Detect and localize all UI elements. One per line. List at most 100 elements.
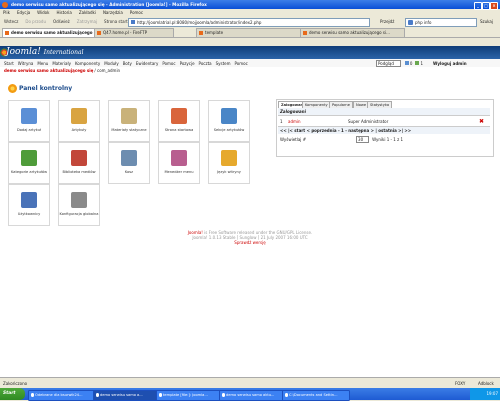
menu-item-poczta[interactable]: Poczta bbox=[199, 61, 212, 66]
menu-item-system[interactable]: System bbox=[216, 61, 231, 66]
menu-item-boty[interactable]: Boty bbox=[123, 61, 132, 66]
static-content-button[interactable]: Materiały statyczne bbox=[108, 100, 150, 142]
back-button[interactable]: Wstecz bbox=[4, 19, 18, 24]
taskbar-item[interactable]: Odebrane dla bsurwik24... bbox=[28, 389, 98, 401]
menu-help[interactable]: Pomoc bbox=[130, 10, 143, 15]
bookmark-item[interactable]: demo serwisu samo aktualizującego się bbox=[2, 28, 102, 37]
breadcrumb-component: / com_admin bbox=[94, 68, 121, 73]
bookmarks-bar: demo serwisu samo aktualizującego się Q4… bbox=[0, 27, 500, 38]
taskbar-item[interactable]: C:\Documents and Settin... bbox=[282, 389, 350, 401]
menu-item-pozycje[interactable]: Pozycje bbox=[180, 61, 195, 66]
foxy-status[interactable]: FOXY bbox=[455, 381, 465, 386]
forward-button[interactable]: Do przodu bbox=[25, 19, 46, 24]
joomla-favicon-icon bbox=[5, 31, 9, 35]
menu-manager-button[interactable]: Menedżer menu bbox=[158, 142, 200, 184]
stop-button[interactable]: Zatrzymaj bbox=[77, 19, 97, 24]
taskbar-item[interactable]: template [file:]: Joomla... bbox=[156, 389, 224, 401]
search-button[interactable]: Szukaj bbox=[480, 19, 493, 24]
logout-link[interactable]: Wyloguj admin bbox=[433, 61, 467, 66]
users-online-icon[interactable] bbox=[415, 61, 420, 65]
page-icon bbox=[199, 31, 203, 35]
status-text: Zakończono bbox=[3, 381, 28, 386]
trash-icon bbox=[121, 150, 137, 166]
joomla-menu-right: Podgląd 0 1 Wyloguj admin bbox=[376, 59, 467, 67]
menu-item-ewidentary[interactable]: Ewidentary bbox=[136, 61, 158, 66]
menu-manager-icon bbox=[171, 150, 187, 166]
config-icon bbox=[71, 192, 87, 208]
language-button[interactable]: Język witryny bbox=[208, 142, 250, 184]
menu-history[interactable]: Historia bbox=[56, 10, 71, 15]
taskbar-item[interactable]: demo serwisu samo a... bbox=[93, 389, 161, 401]
bookmark-item[interactable]: Q47.home.pl - FireFTP bbox=[94, 28, 174, 37]
reload-button[interactable]: Odśwież bbox=[53, 19, 70, 24]
control-panel-icon bbox=[8, 84, 17, 93]
menu-item-komponenty[interactable]: Komponenty bbox=[75, 61, 100, 66]
pagination[interactable]: << |< start < poprzednia - 1 - następna … bbox=[278, 126, 490, 134]
messages-icon[interactable] bbox=[404, 61, 409, 65]
footer: Joomla! is Free Software released under … bbox=[0, 230, 500, 245]
per-page-select[interactable]: 30 bbox=[356, 136, 370, 143]
frontpage-button[interactable]: Strona startowa bbox=[158, 100, 200, 142]
firefox-icon bbox=[221, 393, 225, 397]
search-input[interactable]: php info bbox=[405, 17, 477, 27]
menu-item-pomoc-2[interactable]: Pomoc bbox=[235, 61, 248, 66]
language-icon bbox=[221, 150, 237, 166]
users-button[interactable]: Użytkownicy bbox=[8, 184, 50, 226]
check-version-link[interactable]: Sprawdź wersję bbox=[0, 240, 500, 245]
sections-button[interactable]: Sekcje artykułów bbox=[208, 100, 250, 142]
folder-icon bbox=[284, 393, 288, 397]
logged-in-table: Zalogowani 1 admin Super Administrator ✖… bbox=[278, 108, 490, 145]
table-row: 1 admin Super Administrator ✖ bbox=[278, 116, 490, 126]
page-icon bbox=[131, 19, 135, 24]
home-icon bbox=[171, 108, 187, 124]
row-username[interactable]: admin bbox=[288, 119, 348, 124]
global-config-button[interactable]: Konfiguracja globalna bbox=[58, 184, 100, 226]
url-text: http://joomlatrial.pl:8080/mojjoomla/adm… bbox=[137, 19, 262, 25]
preview-select[interactable]: Podgląd bbox=[376, 59, 401, 67]
clock[interactable]: 19:07 bbox=[486, 391, 498, 396]
breadcrumb-site[interactable]: demo serwisu samo aktualizującego się bbox=[4, 68, 93, 73]
browser-menubar: Plik Edycja Widok Historia Zakładki Narz… bbox=[0, 9, 500, 16]
menu-item-pomoc[interactable]: Pomoc bbox=[162, 61, 175, 66]
start-button[interactable]: Start bbox=[0, 388, 25, 400]
menu-item-moduly[interactable]: Moduły bbox=[104, 61, 118, 66]
window-title-bar[interactable]: demo serwisu samo aktualizującego się - … bbox=[0, 0, 500, 10]
media-icon bbox=[71, 150, 87, 166]
bookmark-item[interactable]: demo serwisu samo aktualizującego si... bbox=[300, 28, 405, 37]
menu-file[interactable]: Plik bbox=[3, 10, 10, 15]
firefox-icon bbox=[95, 393, 99, 397]
taskbar-item[interactable]: demo serwisu samo aktu... bbox=[219, 389, 287, 401]
menu-bookmarks[interactable]: Zakładki bbox=[79, 10, 96, 15]
trash-button[interactable]: Kosz bbox=[108, 142, 150, 184]
menu-item-start[interactable]: Start bbox=[4, 61, 14, 66]
bookmark-item[interactable]: template bbox=[196, 28, 301, 37]
editor-icon bbox=[158, 393, 162, 397]
static-content-icon bbox=[121, 108, 137, 124]
categories-icon bbox=[21, 150, 37, 166]
menu-item-witryna[interactable]: Witryna bbox=[18, 61, 34, 66]
messages-count: 0 bbox=[409, 60, 413, 66]
menu-tools[interactable]: Narzędzia bbox=[103, 10, 123, 15]
menu-item-menu[interactable]: Menu bbox=[37, 61, 48, 66]
media-manager-button[interactable]: Biblioteka mediów bbox=[58, 142, 100, 184]
row-number: 1 bbox=[280, 118, 283, 124]
logout-user-icon[interactable]: ✖ bbox=[479, 118, 484, 125]
menu-item-materialy[interactable]: Materiały bbox=[52, 61, 71, 66]
joomla-header: Joomla! International bbox=[0, 46, 500, 59]
adblock-status[interactable]: Adblock bbox=[478, 381, 494, 386]
add-article-button[interactable]: Dodaj artykuł bbox=[8, 100, 50, 142]
url-bar[interactable]: http://joomlatrial.pl:8080/mojjoomla/adm… bbox=[128, 17, 370, 27]
breadcrumb: demo serwisu samo aktualizującego się / … bbox=[0, 67, 500, 74]
menu-edit[interactable]: Edycja bbox=[17, 10, 30, 15]
thunderbird-icon bbox=[30, 393, 34, 397]
search-value: php info bbox=[415, 19, 432, 25]
add-article-icon bbox=[21, 108, 37, 124]
go-button[interactable]: Przejdź bbox=[380, 19, 394, 24]
firefox-icon bbox=[2, 1, 8, 8]
categories-button[interactable]: Kategorie artykułów bbox=[8, 142, 50, 184]
pagination-controls: Wyświetlaj # 30 Wyniki 1 - 1 z 1 bbox=[278, 134, 490, 145]
articles-button[interactable]: Artykuły bbox=[58, 100, 100, 142]
menu-view[interactable]: Widok bbox=[37, 10, 49, 15]
table-header: Zalogowani bbox=[278, 108, 490, 116]
page-title: Panel kontrolny bbox=[19, 85, 73, 92]
